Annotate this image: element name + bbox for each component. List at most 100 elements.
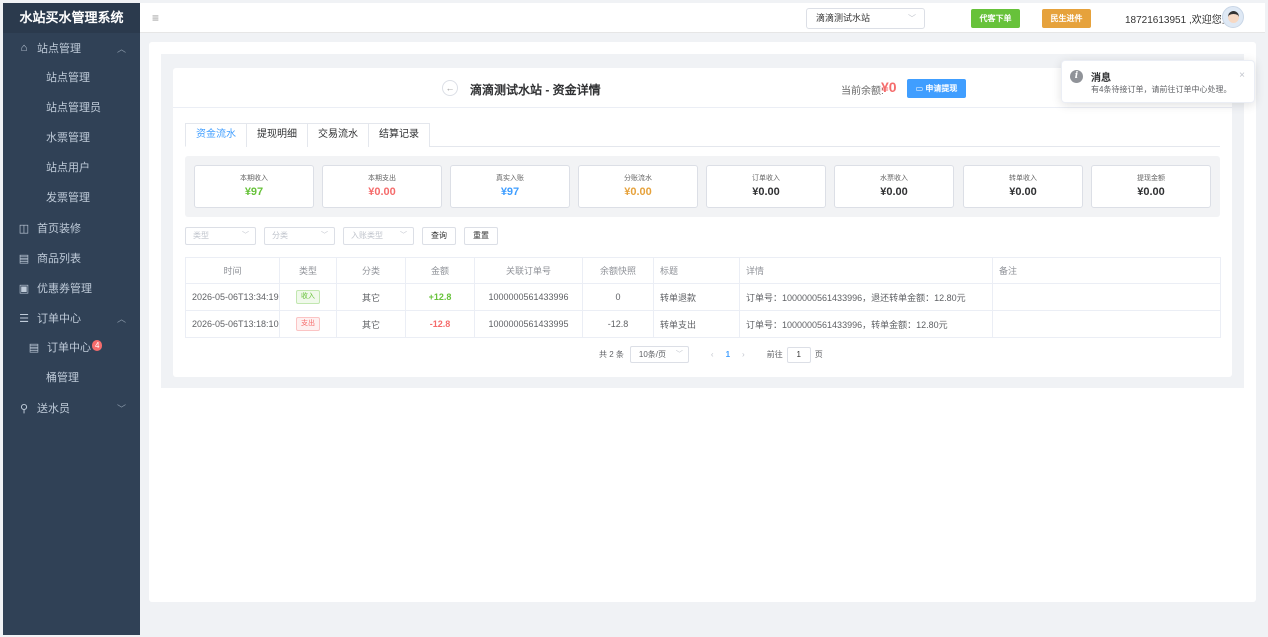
col-category: 分类: [336, 257, 406, 284]
close-icon[interactable]: ×: [1239, 70, 1245, 81]
reset-button[interactable]: 重置: [464, 227, 498, 245]
stat-card: 本期支出 ¥0.00: [322, 165, 442, 208]
stat-value: ¥0.00: [624, 186, 652, 198]
stat-value: ¥0.00: [368, 186, 396, 198]
tab-transaction-flow[interactable]: 交易流水: [307, 123, 369, 147]
cell-amount: -12.8: [405, 310, 475, 338]
withdraw-button[interactable]: ▭ 申请提现: [907, 79, 966, 98]
sidebar-item-label: 订单中心: [47, 342, 91, 354]
station-select[interactable]: 滴滴测试水站 ﹀: [806, 8, 925, 29]
category-select-placeholder: 分类: [272, 231, 288, 240]
chevron-down-icon: ﹀: [400, 232, 407, 239]
hamburger-icon[interactable]: ≡: [152, 11, 159, 25]
sidebar-item-order-center[interactable]: ▤ 订单中心 4: [3, 333, 140, 363]
stat-card: 真实入账 ¥97: [450, 165, 570, 208]
page-number[interactable]: 1: [726, 350, 730, 359]
station-select-value: 滴滴测试水站: [816, 13, 871, 23]
app-logo: 水站买水管理系统: [3, 3, 140, 33]
query-button[interactable]: 查询: [422, 227, 456, 245]
stat-value: ¥0.00: [880, 186, 908, 198]
notification-toast: i 消息 有4条待接订单，请前往订单中心处理。 ×: [1061, 60, 1255, 103]
back-arrow-icon[interactable]: ←: [442, 80, 458, 96]
chevron-down-icon: ﹀: [242, 232, 249, 239]
cell-type: 支出: [279, 310, 337, 338]
sidebar-group-orders[interactable]: ☰ 订单中心 ︿: [3, 303, 140, 333]
stat-label: 转单收入: [1009, 175, 1037, 182]
cube-icon: ◫: [18, 222, 30, 235]
col-order-no: 关联订单号: [474, 257, 583, 284]
next-page-icon[interactable]: ›: [742, 350, 745, 359]
sidebar-item-home-decor[interactable]: ◫ 首页装修: [3, 213, 140, 243]
account-type-select[interactable]: 入账类型 ﹀: [343, 227, 414, 245]
stat-label: 提现金额: [1137, 175, 1165, 182]
withdraw-label: 申请提现: [925, 84, 958, 93]
goto-page-input[interactable]: 1: [786, 346, 811, 363]
tab-withdraw-detail[interactable]: 提现明细: [246, 123, 308, 147]
sidebar-group-label: 订单中心: [37, 313, 81, 325]
col-balance: 余额快照: [582, 257, 654, 284]
page-title: 滴滴测试水站 - 资金详情: [470, 83, 601, 97]
coupon-icon: ▣: [18, 282, 30, 295]
sidebar-item-coupons[interactable]: ▣ 优惠券管理: [3, 273, 140, 303]
stat-label: 真实入账: [496, 175, 524, 182]
top-header: ≡ 滴滴测试水站 ﹀ 代客下单 民生进件 18721613951 ,欢迎您登录: [140, 3, 1265, 33]
sidebar-item-station-user[interactable]: 站点用户: [3, 153, 140, 183]
info-icon: i: [1070, 70, 1083, 83]
col-detail: 详情: [739, 257, 993, 284]
sidebar-item-station-manage[interactable]: 站点管理: [3, 63, 140, 93]
stat-label: 本期支出: [368, 175, 396, 182]
minsheng-button[interactable]: 民生进件: [1042, 9, 1091, 28]
cell-type: 收入: [279, 283, 337, 311]
avatar[interactable]: [1222, 6, 1244, 28]
col-title: 标题: [653, 257, 740, 284]
type-select[interactable]: 类型 ﹀: [185, 227, 256, 245]
stat-card: 水票收入 ¥0.00: [834, 165, 954, 208]
page-size-select[interactable]: 10条/页 ﹀: [629, 346, 689, 363]
tab-fund-flow[interactable]: 资金流水: [185, 123, 247, 147]
col-remark: 备注: [992, 257, 1221, 284]
sidebar-group-station[interactable]: ⌂ 站点管理 ︿: [3, 33, 140, 63]
chevron-down-icon: ﹀: [675, 351, 683, 358]
chevron-down-icon: ﹀: [116, 403, 126, 414]
total-count: 共 2 条: [599, 350, 624, 359]
stat-card: 本期收入 ¥97: [194, 165, 314, 208]
stat-value: ¥97: [244, 186, 264, 198]
cell-remark: [992, 283, 1221, 311]
stat-card: 订单收入 ¥0.00: [706, 165, 826, 208]
proxy-order-button[interactable]: 代客下单: [971, 9, 1020, 28]
cell-time: 2026-05-06T13:18:10: [185, 310, 280, 338]
page-size-value: 10条/页: [638, 350, 667, 359]
page-unit: 页: [814, 350, 823, 359]
category-select[interactable]: 分类 ﹀: [264, 227, 335, 245]
cell-remark: [992, 310, 1221, 338]
stat-value: ¥0.00: [1137, 186, 1165, 198]
cell-amount: +12.8: [405, 283, 475, 311]
chevron-down-icon: ﹀: [321, 232, 328, 239]
sidebar-item-station-admin[interactable]: 站点管理员: [3, 93, 140, 123]
sidebar-group-delivery[interactable]: ⚲ 送水员 ﹀: [3, 393, 140, 423]
table-row: 2026-05-06T13:18:10 支出 其它 -12.8 10000005…: [185, 310, 1221, 338]
prev-page-icon[interactable]: ‹: [711, 350, 714, 359]
cell-order-no: 1000000561433995: [474, 310, 583, 338]
fund-flow-table: 时间 类型 分类 金额 关联订单号 余额快照 标题 详情 备注 2026-05-…: [185, 257, 1221, 338]
sidebar-item-invoice[interactable]: 发票管理: [3, 183, 140, 213]
col-amount: 金额: [405, 257, 475, 284]
cell-order-no: 1000000561433996: [474, 283, 583, 311]
cell-category: 其它: [336, 283, 406, 311]
document-icon: ▤: [18, 252, 30, 265]
sidebar-item-water-ticket[interactable]: 水票管理: [3, 123, 140, 153]
tab-settlement-record[interactable]: 结算记录: [368, 123, 430, 147]
sidebar-group-label: 站点管理: [37, 43, 81, 55]
cell-title: 转单支出: [653, 310, 740, 338]
location-icon: ⚲: [19, 402, 29, 415]
wallet-icon: ▭: [915, 84, 924, 93]
sidebar-item-products[interactable]: ▤ 商品列表: [3, 243, 140, 273]
cell-category: 其它: [336, 310, 406, 338]
tab-bar: 资金流水 提现明细 交易流水 结算记录: [185, 123, 1220, 147]
stat-value: ¥0.00: [1009, 186, 1037, 198]
stat-value: ¥97: [500, 186, 520, 198]
cell-balance: -12.8: [582, 310, 654, 338]
document-icon: ▤: [28, 342, 40, 354]
sidebar-item-bucket[interactable]: 桶管理: [3, 363, 140, 393]
divider: [173, 107, 1232, 108]
